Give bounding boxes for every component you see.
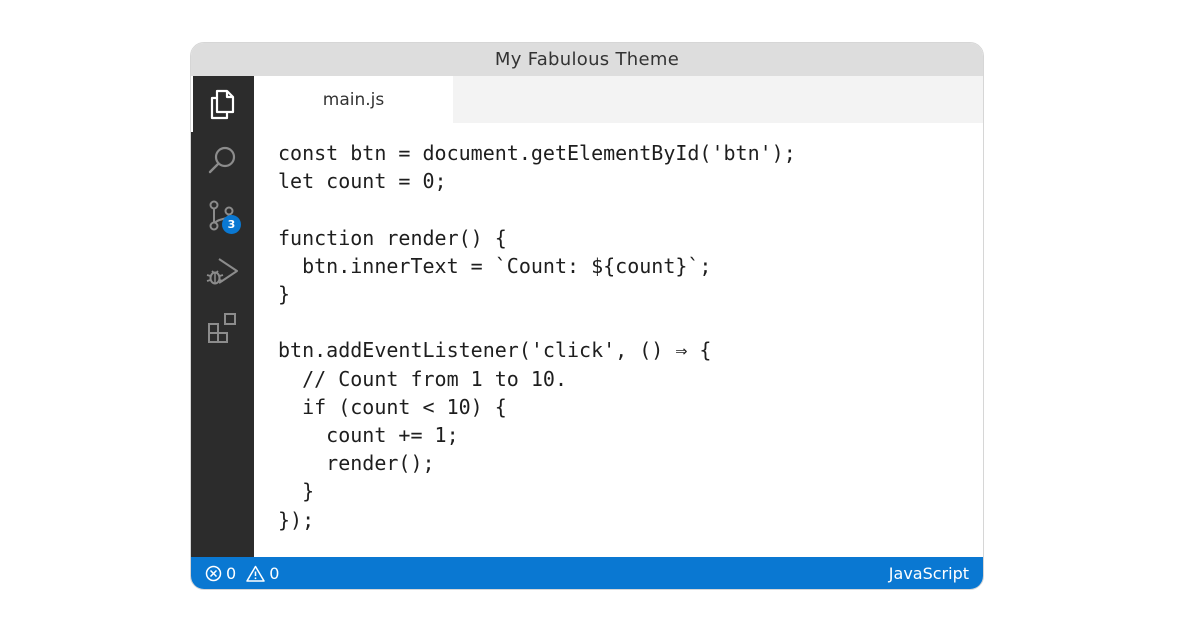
activity-run-debug[interactable]	[191, 244, 254, 300]
warning-count: 0	[269, 563, 280, 583]
error-icon	[205, 565, 222, 581]
code-line[interactable]: render();	[278, 449, 796, 477]
status-bar: 0 0 JavaScript	[191, 557, 983, 589]
explorer-icon	[210, 89, 234, 120]
code-line[interactable]: function render() {	[278, 224, 796, 252]
editor-window: My Fabulous Theme 3 main.js const btn = …	[190, 42, 984, 590]
activity-source-control[interactable]: 3	[191, 188, 254, 244]
run-debug-icon	[206, 258, 238, 285]
tab-bar: main.js	[254, 76, 983, 123]
activity-extensions[interactable]	[191, 300, 254, 356]
activity-explorer[interactable]	[191, 76, 254, 132]
code-line[interactable]: btn.addEventListener('click', () ⇒ {	[278, 336, 796, 364]
code-line[interactable]: });	[278, 506, 796, 534]
warning-icon	[246, 565, 265, 582]
extensions-icon	[207, 313, 236, 343]
code-line[interactable]: if (count < 10) {	[278, 393, 796, 421]
code-editor[interactable]: const btn = document.getElementById('btn…	[254, 123, 983, 557]
language-mode[interactable]: JavaScript	[889, 564, 969, 583]
title-bar: My Fabulous Theme	[191, 43, 983, 76]
code-line[interactable]: const btn = document.getElementById('btn…	[278, 139, 796, 167]
problems-indicator[interactable]: 0 0	[205, 564, 285, 583]
code-content[interactable]: const btn = document.getElementById('btn…	[278, 139, 796, 534]
code-line[interactable]: // Count from 1 to 10.	[278, 365, 796, 393]
source-control-badge: 3	[222, 215, 241, 234]
code-line[interactable]: btn.innerText = `Count: ${count}`;	[278, 252, 796, 280]
code-line[interactable]: ​	[278, 308, 796, 336]
code-line[interactable]: }	[278, 280, 796, 308]
activity-bar: 3	[191, 76, 254, 557]
code-line[interactable]: let count = 0;	[278, 167, 796, 195]
tab-label: main.js	[322, 89, 385, 110]
window-title: My Fabulous Theme	[494, 49, 680, 70]
code-line[interactable]: ​	[278, 195, 796, 223]
activity-search[interactable]	[191, 132, 254, 188]
code-line[interactable]: }	[278, 477, 796, 505]
error-count: 0	[226, 563, 237, 583]
code-line[interactable]: count += 1;	[278, 421, 796, 449]
tab-main-js[interactable]: main.js	[254, 76, 453, 123]
search-icon	[208, 146, 235, 174]
